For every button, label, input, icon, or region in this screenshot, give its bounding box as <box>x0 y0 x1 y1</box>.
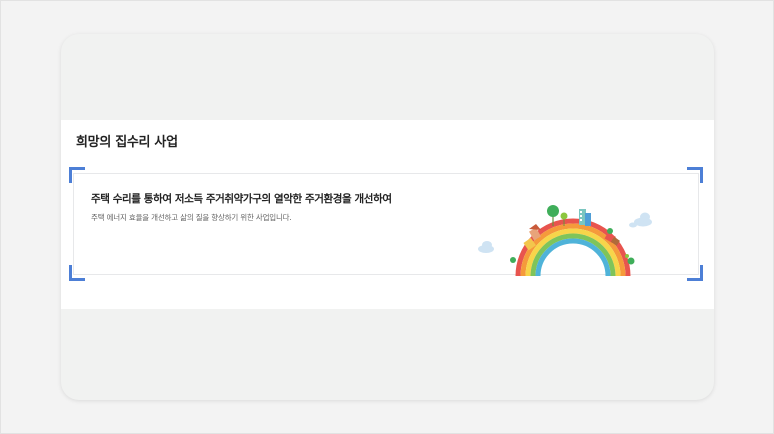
content-card: 희망의 집수리 사업 주택 수리를 통하여 저소득 주거취약가구의 열악한 주거… <box>61 34 714 400</box>
info-description: 주택 에너지 효율을 개선하고 삶의 질을 향상하기 위한 사업입니다. <box>91 213 292 222</box>
rainbow-city-illustration <box>478 205 652 276</box>
cloud-icon <box>478 241 494 253</box>
cloud-icon <box>629 212 652 228</box>
section-title: 희망의 집수리 사업 <box>76 135 178 150</box>
info-heading: 주택 수리를 통하여 저소득 주거취약가구의 열악한 주거환경을 개선하여 <box>91 193 392 205</box>
